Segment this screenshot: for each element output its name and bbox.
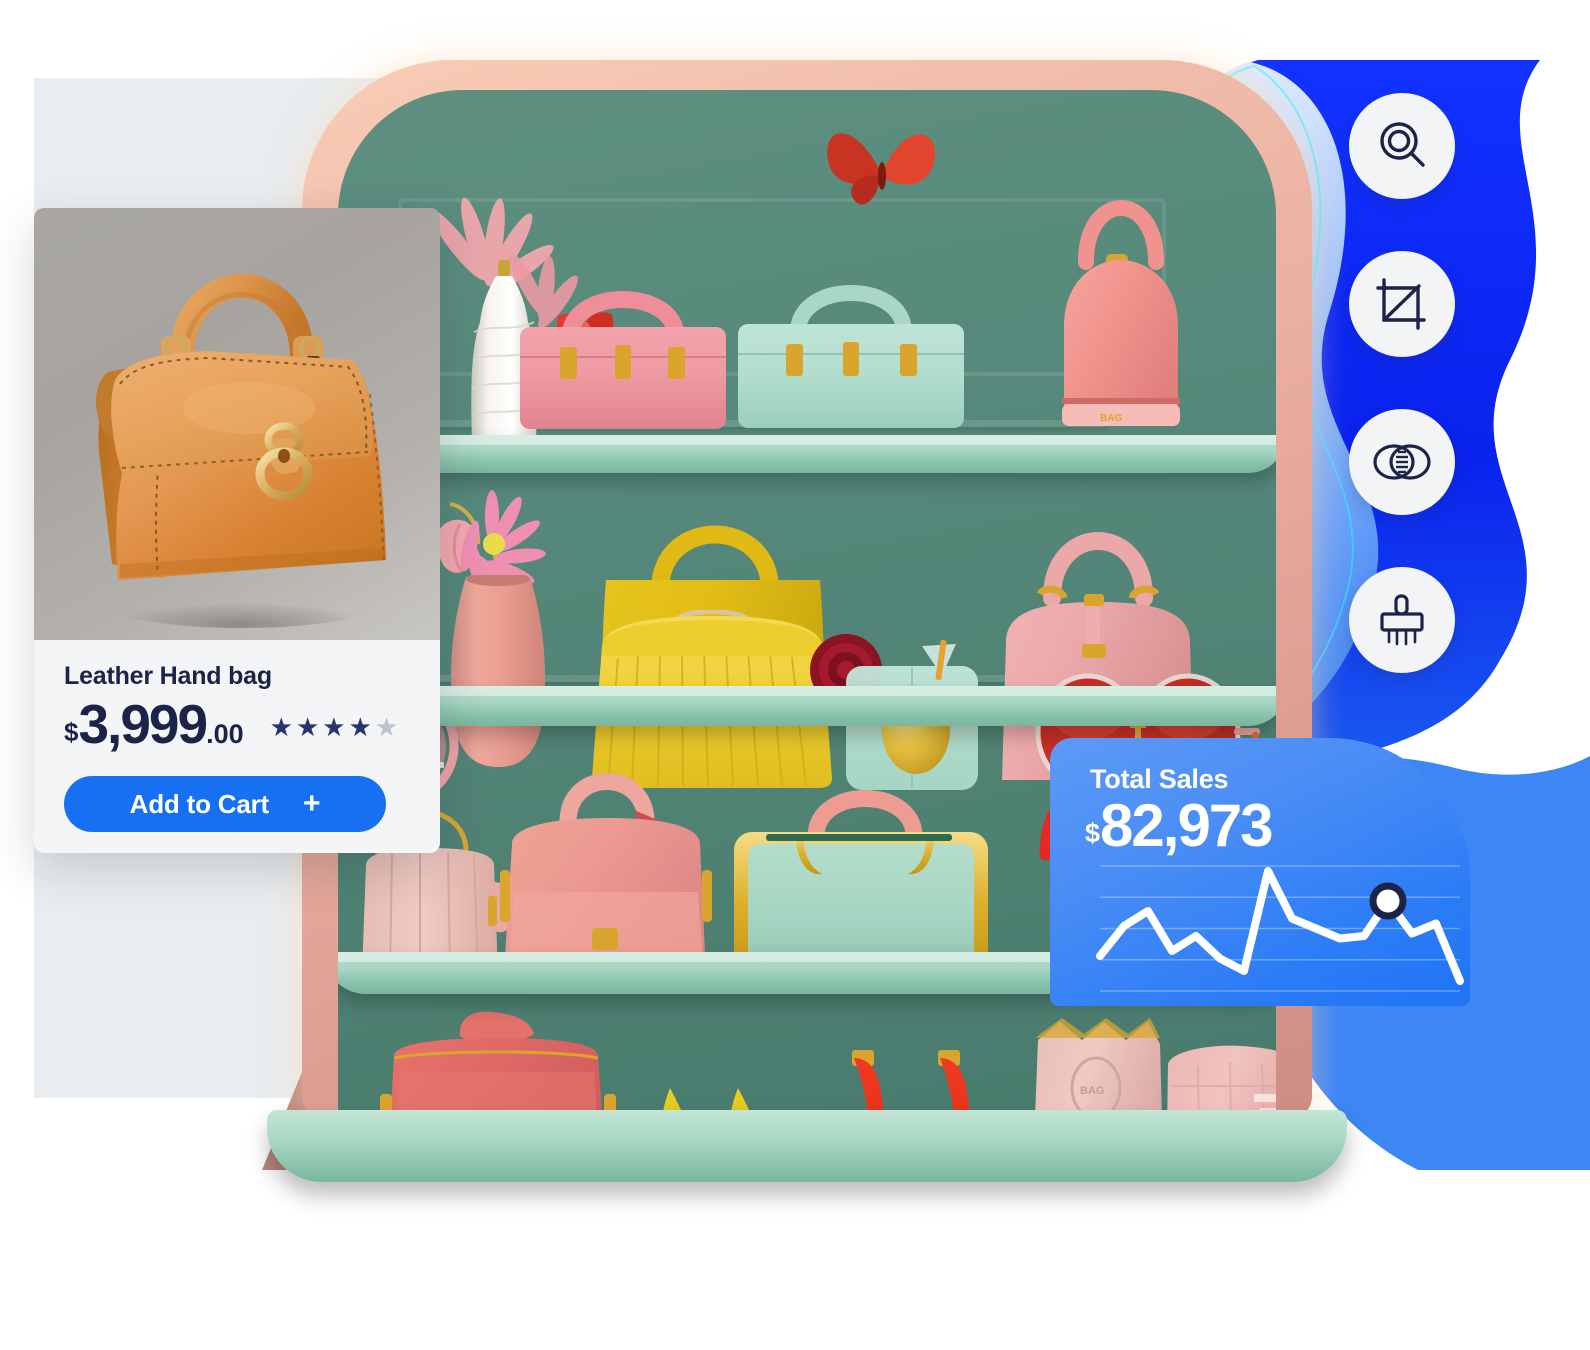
screenshot-stage: BAG BAG Leather Hand bag $ 3,999 .00 ★ ★… [0,0,1590,1350]
crop-icon [1374,276,1430,332]
svg-text:BAG: BAG [1080,1085,1104,1097]
product-image [34,208,440,640]
brush-icon [1375,592,1429,648]
currency-symbol: $ [64,717,79,747]
product-card[interactable]: Leather Hand bag $ 3,999 .00 ★ ★ ★ ★ ★ A… [34,208,440,853]
star-filled-3: ★ [322,712,346,742]
svg-text:BAG: BAG [1100,413,1122,424]
search-icon [1373,117,1431,175]
price-amount: 3,999 [78,693,208,755]
blend-intersect-icon [1373,438,1431,486]
floating-toolbar [1349,93,1455,725]
add-to-cart-button[interactable]: Add to Cart + [64,776,386,832]
star-filled-2: ★ [295,712,320,742]
coral-dome-bag: BAG [1028,176,1208,436]
star-rating[interactable]: ★ ★ ★ ★ ★ [270,714,399,752]
search-tool-button[interactable] [1349,93,1455,199]
coral-vanity-case [372,998,632,1128]
product-price: $ 3,999 .00 [64,697,244,752]
total-sales-widget[interactable]: Total Sales $ 82,973 [1050,738,1470,1006]
crop-tool-button[interactable] [1349,251,1455,357]
sales-number: 82,973 [1100,792,1274,859]
plus-icon: + [303,787,321,820]
star-filled-1: ★ [269,712,293,742]
total-sales-value: $ 82,973 [1085,792,1274,859]
star-filled-4: ★ [348,712,372,742]
brush-tool-button[interactable] [1349,567,1455,673]
add-to-cart-label: Add to Cart [129,788,270,819]
total-sales-label: Total Sales [1090,764,1229,794]
red-butterfly [827,133,936,205]
cabinet-base-plinth [267,1110,1347,1182]
shelf-board-1 [338,435,1276,473]
price-cents: .00 [206,719,244,749]
product-title: Leather Hand bag [64,662,272,690]
blend-tool-button[interactable] [1349,409,1455,515]
coral-pink-doctor-bag [484,762,734,982]
sales-currency-symbol: $ [1085,818,1101,848]
sales-line-chart [1096,865,1464,992]
shelf-board-2 [338,686,1276,726]
star-empty-5: ★ [374,712,399,742]
mint-box-handbag [728,260,978,435]
pink-box-handbag [508,265,738,435]
